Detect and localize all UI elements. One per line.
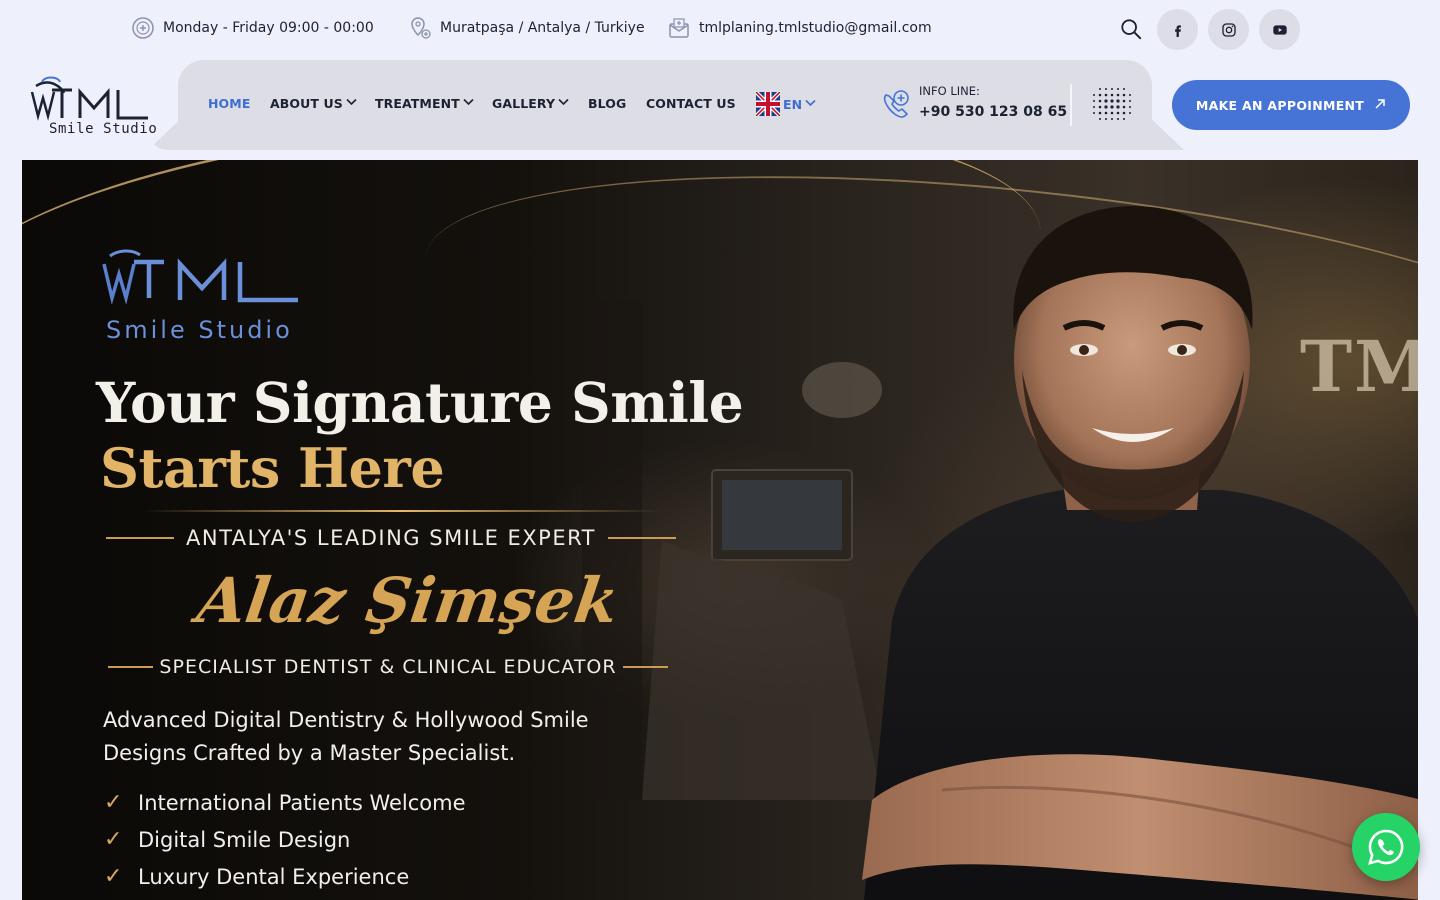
location: Muratpaşa / Antalya / Turkiye: [408, 16, 645, 40]
divider: [1070, 84, 1072, 126]
top-bar: Monday - Friday 09:00 - 00:00 Muratpaşa …: [0, 0, 1440, 58]
doctor-portrait: [862, 206, 1418, 900]
list-item: ✓ International Patients Welcome: [104, 784, 466, 821]
whatsapp-icon: [1368, 829, 1404, 865]
role-line-left: [108, 666, 154, 668]
hero-banner: TML: [22, 160, 1418, 900]
hero-logo: [102, 249, 298, 304]
doctor-signature: Alaz Şimşek: [192, 564, 624, 637]
role-line-right: [622, 666, 669, 668]
opening-hours: Monday - Friday 09:00 - 00:00: [131, 16, 374, 40]
logo-subtitle: Smile Studio: [49, 121, 158, 137]
hero-role-text: SPECIALIST DENTIST & CLINICAL EDUCATOR: [159, 656, 617, 678]
nav-contact-us-label: CONTACT US: [646, 96, 736, 111]
hero-logo-subtitle: Smile Studio: [106, 316, 293, 344]
chevron-down-icon: [463, 98, 474, 109]
language-selector[interactable]: EN: [754, 90, 816, 118]
nav-gallery[interactable]: GALLERY: [492, 96, 569, 111]
tagline-line-left: [106, 537, 174, 539]
email[interactable]: tmlplaning.tmlstudio@gmail.com: [667, 16, 932, 40]
hero-description: Advanced Digital Dentistry & Hollywood S…: [103, 708, 589, 765]
instagram-icon[interactable]: [1208, 9, 1249, 50]
chevron-down-icon: [558, 98, 569, 109]
make-appointment-button[interactable]: MAKE AN APPOINMENT: [1172, 80, 1410, 130]
phone-icon: [880, 87, 914, 121]
facebook-icon[interactable]: [1157, 9, 1198, 50]
hero-tagline-text: ANTALYA'S LEADING SMILE EXPERT: [186, 526, 597, 550]
hero-role: SPECIALIST DENTIST & CLINICAL EDUCATOR: [108, 656, 669, 678]
nav-home-label: HOME: [208, 96, 251, 111]
nav-blog-label: BLOG: [588, 96, 627, 111]
nav-treatment-label: TREATMENT: [375, 96, 460, 111]
hero-headline-line-1: Your Signature Smile: [96, 370, 744, 435]
check-icon: ✓: [104, 864, 123, 889]
check-icon: ✓: [104, 790, 123, 815]
clock-icon: [131, 16, 155, 40]
list-item: ✓ Digital Smile Design: [104, 821, 466, 858]
nav-blog[interactable]: BLOG: [588, 96, 626, 111]
email-text[interactable]: tmlplaning.tmlstudio@gmail.com: [699, 20, 932, 36]
arrow-up-right-icon: [1374, 98, 1386, 113]
feature-text: International Patients Welcome: [138, 790, 466, 815]
location-icon: [408, 16, 432, 40]
grid-menu-icon[interactable]: [1090, 84, 1134, 126]
language-label: EN: [783, 96, 803, 112]
nav-contact-us[interactable]: CONTACT US: [646, 96, 736, 111]
hero-feature-list: ✓ International Patients Welcome ✓ Digit…: [104, 784, 466, 895]
chevron-down-icon: [346, 98, 357, 109]
gold-divider: [142, 510, 662, 512]
info-line-label: INFO LINE:: [919, 84, 980, 98]
feature-text: Luxury Dental Experience: [138, 864, 410, 889]
search-icon[interactable]: [1118, 16, 1144, 42]
youtube-icon[interactable]: [1259, 9, 1300, 50]
nav-treatment[interactable]: TREATMENT: [375, 96, 474, 111]
tagline-line-right: [608, 537, 677, 539]
mail-icon: [667, 16, 691, 40]
opening-hours-text: Monday - Friday 09:00 - 00:00: [163, 20, 374, 36]
nav-gallery-label: GALLERY: [492, 96, 556, 111]
list-item: ✓ Luxury Dental Experience: [104, 858, 466, 895]
uk-flag-icon: [754, 90, 782, 118]
feature-text: Digital Smile Design: [138, 827, 351, 852]
hero-tagline: ANTALYA'S LEADING SMILE EXPERT: [106, 526, 677, 550]
nav-about-us-label: ABOUT US: [270, 96, 343, 111]
make-appointment-label: MAKE AN APPOINMENT: [1195, 97, 1365, 113]
nav-about-us[interactable]: ABOUT US: [270, 96, 357, 111]
info-line-phone[interactable]: +90 530 123 08 65: [919, 104, 1067, 120]
hero-headline-line-2: Starts Here: [100, 436, 445, 500]
whatsapp-button[interactable]: [1352, 813, 1420, 881]
location-text: Muratpaşa / Antalya / Turkiye: [440, 20, 645, 36]
chevron-down-icon: [805, 99, 816, 110]
check-icon: ✓: [104, 827, 123, 852]
nav-home[interactable]: HOME: [208, 96, 250, 111]
